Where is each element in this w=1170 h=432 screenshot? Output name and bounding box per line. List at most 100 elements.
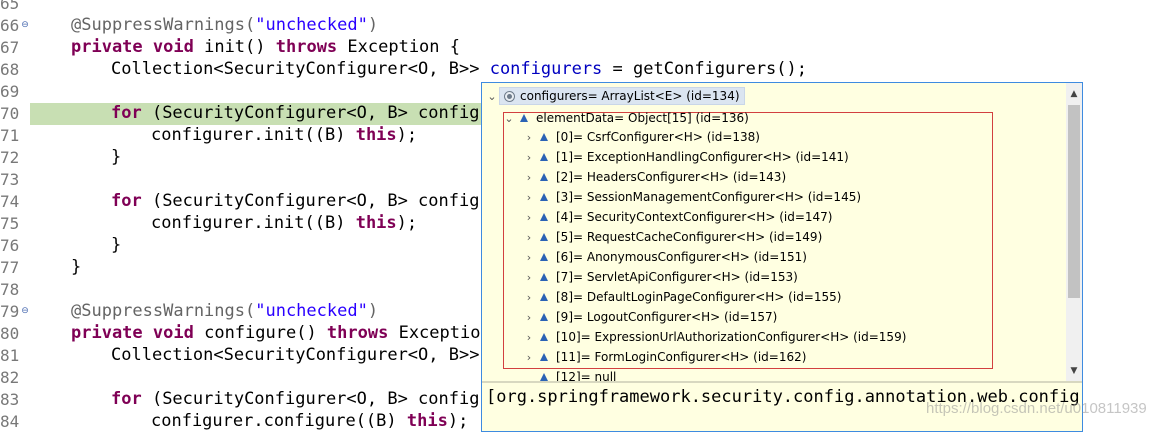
watermark-text: https://blog.csdn.net/u010811939: [926, 400, 1147, 417]
line-number: 65: [0, 0, 20, 13]
field-triangle-icon: [540, 233, 548, 241]
code-text: for (SecurityConfigurer<O, B> configu: [111, 389, 490, 409]
code-line: 65: [0, 0, 1170, 14]
field-triangle-icon: [540, 273, 548, 281]
line-number: 75: [0, 214, 20, 233]
tree-row-label: [9]= LogoutConfigurer<H> (id=157): [556, 310, 778, 324]
fold-collapse-icon[interactable]: ⊖: [20, 306, 30, 316]
code-text: private void configure() throws Exceptio…: [71, 323, 491, 343]
code-text: }: [111, 235, 122, 255]
field-triangle-icon: [540, 193, 548, 201]
line-number: 69: [0, 82, 20, 101]
tree-row[interactable]: › [6]= AnonymousConfigurer<H> (id=151): [522, 248, 807, 266]
code-text: }: [71, 257, 82, 277]
scroll-down-icon[interactable]: ▼: [1066, 363, 1082, 379]
line-number: 68: [0, 60, 20, 79]
tree-row[interactable]: › [9]= LogoutConfigurer<H> (id=157): [522, 308, 777, 326]
tree-row-label: [1]= ExceptionHandlingConfigurer<H> (id=…: [556, 150, 849, 164]
expand-chevron-icon[interactable]: ›: [522, 231, 536, 244]
field-triangle-icon: [540, 293, 548, 301]
expand-chevron-icon[interactable]: ›: [522, 191, 536, 204]
tree-row-label: elementData= Object[15] (id=136): [536, 111, 749, 125]
code-text: for (SecurityConfigurer<O, B> configu: [111, 191, 490, 211]
field-object-icon: [504, 90, 515, 102]
code-text: @SuppressWarnings("unchecked"): [71, 15, 379, 35]
field-triangle-icon: [540, 313, 548, 321]
tree-row-elementdata[interactable]: ⌄ elementData= Object[15] (id=136): [502, 109, 749, 127]
configurers-variable[interactable]: configurers: [490, 59, 603, 79]
tree-root-row[interactable]: ⌄ configurers= ArrayList<E> (id=134): [485, 87, 745, 105]
line-number: 77: [0, 258, 20, 277]
line-number: 78: [0, 280, 20, 299]
code-text: configurer.init((B) this);: [151, 125, 418, 145]
line-number: 76: [0, 236, 20, 255]
line-number: 74: [0, 192, 20, 211]
line-number: 83: [0, 390, 20, 409]
tree-row-label: [3]= SessionManagementConfigurer<H> (id=…: [556, 190, 862, 204]
collapse-chevron-icon[interactable]: ⌄: [502, 112, 516, 125]
tree-row[interactable]: › [0]= CsrfConfigurer<H> (id=138): [522, 128, 760, 146]
collapse-chevron-icon[interactable]: ⌄: [485, 90, 499, 103]
tree-row[interactable]: › [5]= RequestCacheConfigurer<H> (id=149…: [522, 228, 822, 246]
expand-chevron-icon[interactable]: ›: [522, 131, 536, 144]
tree-row[interactable]: › [3]= SessionManagementConfigurer<H> (i…: [522, 188, 861, 206]
expand-chevron-icon[interactable]: ›: [522, 351, 536, 364]
tree-row[interactable]: › [8]= DefaultLoginPageConfigurer<H> (id…: [522, 288, 842, 306]
tree-row[interactable]: › [10]= ExpressionUrlAuthorizationConfig…: [522, 328, 907, 346]
tree-row[interactable]: › [7]= ServletApiConfigurer<H> (id=153): [522, 268, 798, 286]
popup-scrollbar[interactable]: ▲ ▼: [1066, 83, 1082, 381]
selected-root-node[interactable]: configurers= ArrayList<E> (id=134): [499, 87, 745, 105]
line-number: 67: [0, 38, 20, 57]
expand-chevron-icon[interactable]: ›: [522, 291, 536, 304]
tree-row[interactable]: › [1]= ExceptionHandlingConfigurer<H> (i…: [522, 148, 849, 166]
line-number: 80: [0, 324, 20, 343]
scroll-up-icon[interactable]: ▲: [1066, 86, 1082, 102]
code-text: Collection<SecurityConfigurer<O, B>>: [111, 345, 480, 365]
expand-chevron-icon[interactable]: ›: [522, 171, 536, 184]
expand-chevron-icon[interactable]: ›: [522, 271, 536, 284]
code-text: private void init() throws Exception {: [71, 37, 460, 57]
expand-chevron-icon[interactable]: ›: [522, 331, 536, 344]
code-line: 67 private void init() throws Exception …: [0, 36, 1170, 58]
line-number: 81: [0, 346, 20, 365]
tree-row[interactable]: [12]= null: [536, 368, 616, 386]
expand-chevron-icon[interactable]: ›: [522, 151, 536, 164]
code-line: 66 ⊖ @SuppressWarnings("unchecked"): [0, 14, 1170, 36]
tree-row-label: [2]= HeadersConfigurer<H> (id=143): [556, 170, 787, 184]
field-triangle-icon: [540, 253, 548, 261]
code-text: Collection<SecurityConfigurer<O, B>> con…: [111, 59, 807, 79]
tree-row-label: [11]= FormLoginConfigurer<H> (id=162): [556, 350, 807, 364]
tree-row-label: [7]= ServletApiConfigurer<H> (id=153): [556, 270, 798, 284]
scrollbar-thumb[interactable]: [1068, 105, 1080, 298]
code-text: }: [111, 147, 122, 167]
pane-divider[interactable]: [482, 381, 1082, 383]
line-number: 71: [0, 126, 20, 145]
variable-inspect-popup[interactable]: ⌄ configurers= ArrayList<E> (id=134) ⌄ e…: [481, 82, 1083, 432]
expand-chevron-icon[interactable]: ›: [522, 311, 536, 324]
field-triangle-icon: [540, 373, 548, 381]
tree-row-label: [6]= AnonymousConfigurer<H> (id=151): [556, 250, 807, 264]
field-triangle-icon: [540, 173, 548, 181]
expand-chevron-icon[interactable]: ›: [522, 251, 536, 264]
tree-row-label: [10]= ExpressionUrlAuthorizationConfigur…: [556, 330, 907, 344]
code-line: 68 Collection<SecurityConfigurer<O, B>> …: [0, 58, 1170, 80]
line-number: 82: [0, 368, 20, 387]
field-triangle-icon: [540, 133, 548, 141]
tree-row[interactable]: › [11]= FormLoginConfigurer<H> (id=162): [522, 348, 807, 366]
line-number: 73: [0, 170, 20, 189]
field-triangle-icon: [540, 333, 548, 341]
expand-chevron-icon[interactable]: ›: [522, 211, 536, 224]
line-number: 72: [0, 148, 20, 167]
fold-collapse-icon[interactable]: ⊖: [20, 20, 30, 30]
root-node-label: configurers= ArrayList<E> (id=134): [520, 89, 740, 103]
tree-row[interactable]: › [2]= HeadersConfigurer<H> (id=143): [522, 168, 786, 186]
tree-row-label: [0]= CsrfConfigurer<H> (id=138): [556, 130, 760, 144]
tree-row[interactable]: › [4]= SecurityContextConfigurer<H> (id=…: [522, 208, 833, 226]
field-triangle-icon: [540, 353, 548, 361]
tree-row-label: [8]= DefaultLoginPageConfigurer<H> (id=1…: [556, 290, 842, 304]
field-triangle-icon: [540, 153, 548, 161]
tree-row-label: [4]= SecurityContextConfigurer<H> (id=14…: [556, 210, 833, 224]
field-triangle-icon: [520, 114, 528, 122]
code-text: @SuppressWarnings("unchecked"): [71, 301, 379, 321]
code-text: configurer.init((B) this);: [151, 213, 418, 233]
